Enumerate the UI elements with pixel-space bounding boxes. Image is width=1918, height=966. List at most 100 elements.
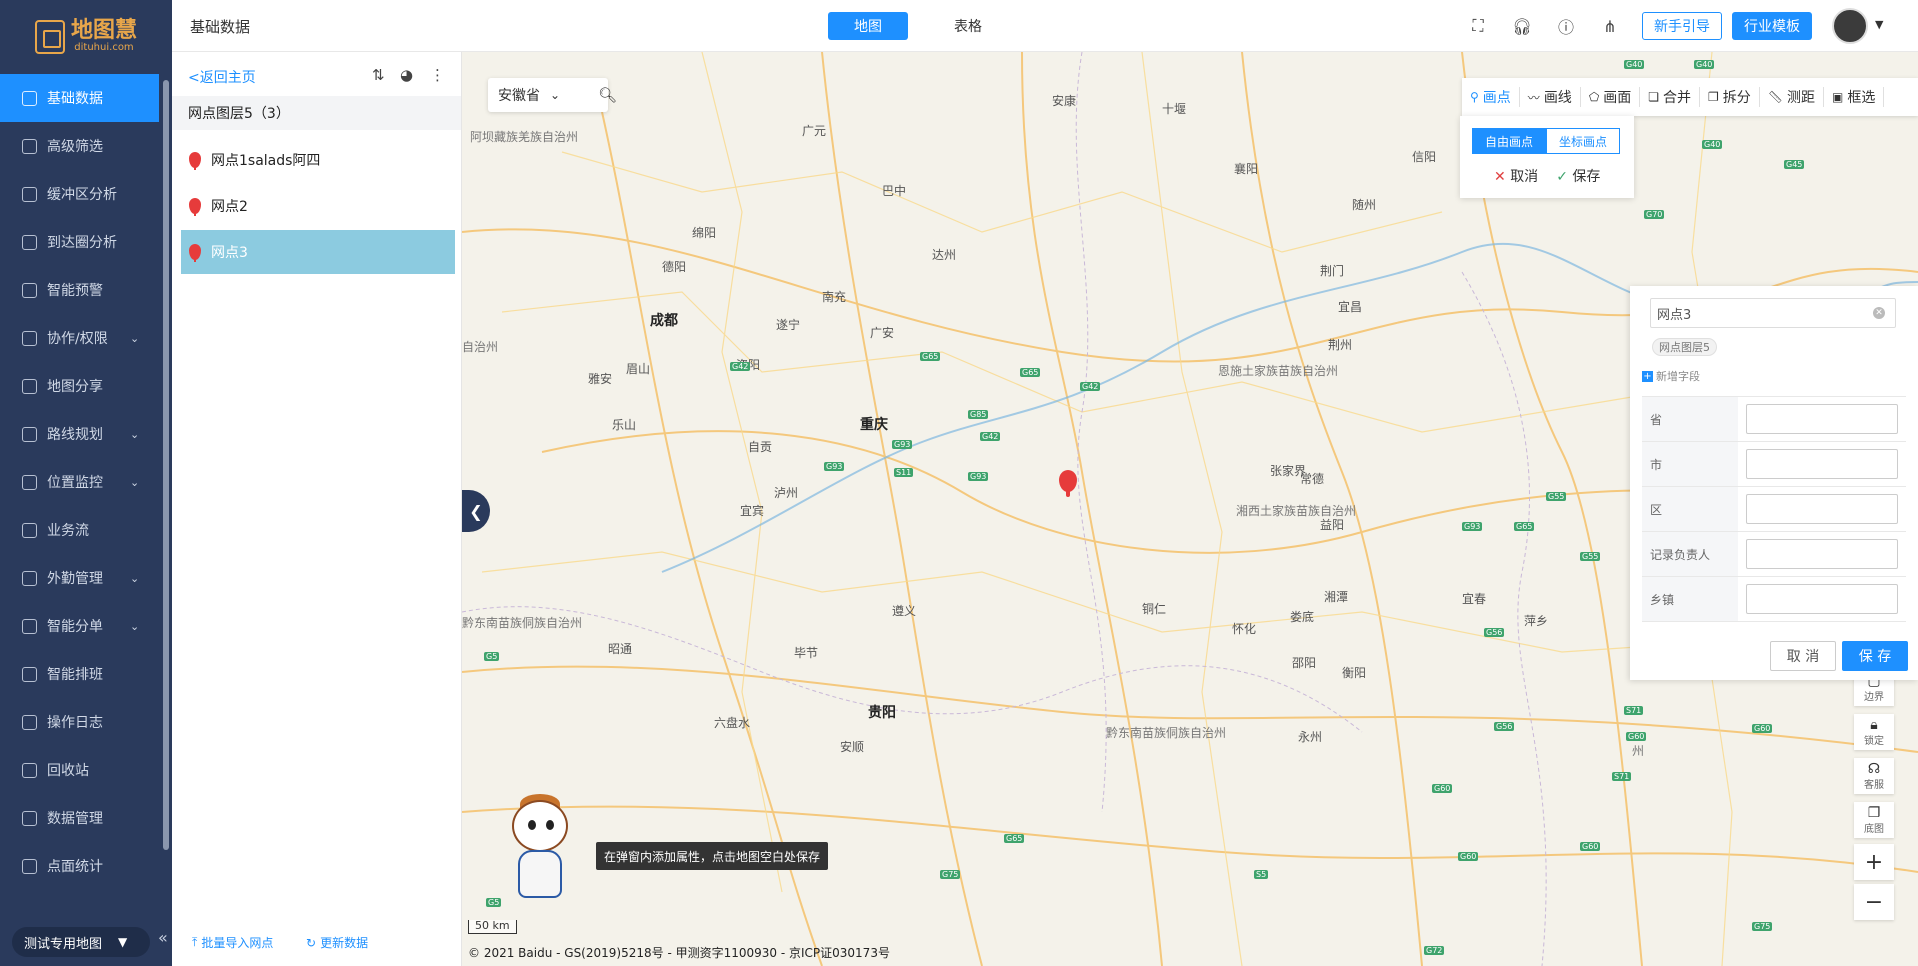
city-label: 宜春 — [1462, 592, 1487, 606]
more-icon[interactable]: ⋮ — [430, 66, 445, 84]
caret-down-icon[interactable]: ▼ — [1875, 18, 1883, 31]
point-row-selected[interactable]: 网点3 — [181, 230, 455, 274]
coord-draw-button[interactable]: 坐标画点 — [1546, 128, 1620, 154]
sidebar-item[interactable]: 回收站 — [0, 746, 172, 794]
attribute-input[interactable] — [1746, 494, 1898, 524]
logo-icon — [34, 20, 65, 54]
clear-icon[interactable]: ✕ — [1873, 307, 1885, 319]
city-label: 湘潭 — [1324, 590, 1349, 604]
sidebar-item[interactable]: 数据管理 — [0, 794, 172, 842]
cancel-button[interactable]: 取 消 — [1770, 641, 1836, 671]
draw-tool-select-box[interactable]: ▣ 框选 — [1824, 87, 1885, 107]
sidebar-footer: 测试专用地图 ▼ — [0, 918, 172, 966]
tab-table[interactable]: 表格 — [928, 12, 1008, 40]
city-label: 德阳 — [662, 260, 687, 274]
point-row[interactable]: 网点2 — [181, 184, 455, 228]
highway-badge: G60 — [1432, 784, 1453, 793]
sidebar-item[interactable]: 路线规划 ⌄ — [0, 410, 172, 458]
zoom-in-button[interactable]: + — [1854, 844, 1894, 880]
highway-badge: G65 — [1020, 368, 1041, 377]
sidebar-item[interactable]: 缓冲区分析 — [0, 170, 172, 218]
sidebar-item-label: 协作/权限 — [47, 331, 108, 347]
highway-badge: G40 — [1624, 60, 1645, 69]
sidebar-item[interactable]: 智能分单 ⌄ — [0, 602, 172, 650]
city-label: 常德 — [1300, 472, 1325, 486]
draw-save-button[interactable]: ✓ 保存 — [1556, 166, 1600, 186]
stats-icon — [22, 858, 37, 874]
zoom-out-button[interactable]: − — [1854, 884, 1894, 920]
draw-tool-polygon[interactable]: ⬠ 画面 — [1581, 87, 1641, 107]
layer-header[interactable]: 网点图层5（3） — [172, 96, 461, 130]
sidebar-item[interactable]: 到达圈分析 — [0, 218, 172, 266]
back-link[interactable]: <返回主页 — [188, 67, 256, 87]
sidebar-item-label: 基础数据 — [47, 91, 103, 107]
attribute-input[interactable] — [1746, 584, 1898, 614]
attribute-input[interactable] — [1746, 404, 1898, 434]
sidebar-item[interactable]: 操作日志 — [0, 698, 172, 746]
sidebar-item[interactable]: 外勤管理 ⌄ — [0, 554, 172, 602]
sidebar-item[interactable]: 位置监控 ⌄ — [0, 458, 172, 506]
city-label: 绵阳 — [692, 226, 717, 240]
add-field-button[interactable]: + 新增字段 — [1642, 368, 1700, 384]
collapse-sidebar-icon[interactable]: « — [158, 928, 168, 947]
city-label: 永州 — [1298, 730, 1323, 744]
logo[interactable]: 地图慧 dituhui.com — [0, 0, 172, 74]
sidebar-item-label: 智能排班 — [47, 667, 103, 683]
highway-badge: G75 — [1752, 922, 1773, 931]
draw-tool-line[interactable]: 〰画线 — [1520, 87, 1581, 107]
service-control[interactable]: ☊ 客服 — [1854, 758, 1894, 794]
share-icon[interactable]: ⋔ — [1600, 16, 1620, 36]
sidebar-item[interactable]: 协作/权限 ⌄ — [0, 314, 172, 362]
highway-badge: G42 — [730, 362, 751, 371]
attribute-input[interactable] — [1746, 539, 1898, 569]
highway-badge: G65 — [920, 352, 941, 361]
point-row[interactable]: 网点1salads阿四 — [181, 138, 455, 182]
sidebar-item[interactable]: 智能排班 — [0, 650, 172, 698]
help-icon[interactable]: ⓘ — [1556, 16, 1576, 37]
draw-tool-pin[interactable]: ⚲ 画点 — [1462, 87, 1520, 107]
city-label: 襄阳 — [1234, 162, 1259, 176]
city-label: 毕节 — [794, 646, 819, 660]
sidebar-item[interactable]: 地图分享 — [0, 362, 172, 410]
palette-icon[interactable]: ◕ — [400, 66, 413, 84]
sidebar-scrollbar[interactable] — [163, 80, 169, 850]
pin-icon — [189, 244, 201, 262]
hint-tooltip: 在弹窗内添加属性，点击地图空白处保存 — [596, 842, 829, 870]
draw-tool-ruler[interactable]: 📏︎ 测距 — [1760, 87, 1825, 107]
sidebar-item[interactable]: 业务流 — [0, 506, 172, 554]
free-draw-button[interactable]: 自由画点 — [1472, 128, 1546, 154]
sidebar-item[interactable]: 基础数据 — [0, 74, 159, 122]
sidebar-item[interactable]: 点面统计 — [0, 842, 172, 890]
fullscreen-icon[interactable]: ⛶ — [1468, 16, 1488, 36]
draw-tool-merge[interactable]: ❏ 合并 — [1640, 87, 1701, 107]
avatar[interactable] — [1832, 8, 1868, 44]
lock-control[interactable]: 🔒︎ 锁定 — [1854, 714, 1894, 750]
tab-map[interactable]: 地图 — [828, 12, 908, 40]
template-button[interactable]: 行业模板 — [1732, 12, 1812, 40]
map-select[interactable]: 测试专用地图 ▼ — [12, 927, 150, 957]
draw-cancel-button[interactable]: ✕ 取消 — [1494, 166, 1538, 186]
sidebar-item[interactable]: 高级筛选 — [0, 122, 172, 170]
province-select[interactable]: 安徽省 ⌄ 🔍︎ — [488, 78, 617, 112]
attribute-input[interactable] — [1746, 449, 1898, 479]
guide-button[interactable]: 新手引导 — [1642, 12, 1722, 40]
save-button[interactable]: 保 存 — [1842, 641, 1908, 671]
search-icon[interactable]: 🔍︎ — [598, 86, 617, 104]
scale-bar: 50 km — [468, 920, 517, 934]
attribute-label: 市 — [1642, 442, 1738, 486]
refresh-button[interactable]: ↻ 更新数据 — [306, 934, 368, 951]
highway-badge: G85 — [968, 410, 989, 419]
sort-icon[interactable]: ⇅ — [372, 66, 385, 84]
draw-tool-split[interactable]: ❐ 拆分 — [1700, 87, 1760, 107]
point-name-input[interactable]: 网点3 ✕ — [1650, 298, 1896, 328]
caret-down-icon: ▼ — [118, 935, 128, 949]
border-label: 边界 — [1864, 691, 1884, 703]
sidebar-item[interactable]: 智能预警 — [0, 266, 172, 314]
basemap-control[interactable]: ❐ 底图 — [1854, 802, 1894, 838]
city-label: 安康 — [1052, 94, 1077, 108]
city-label: 眉山 — [626, 362, 651, 376]
sidebar-item-label: 智能分单 — [47, 619, 103, 635]
import-button[interactable]: ⤒ 批量导入网点 — [192, 934, 273, 951]
highway-badge: G60 — [1580, 842, 1601, 851]
headset-icon[interactable]: 🎧︎ — [1512, 16, 1532, 36]
